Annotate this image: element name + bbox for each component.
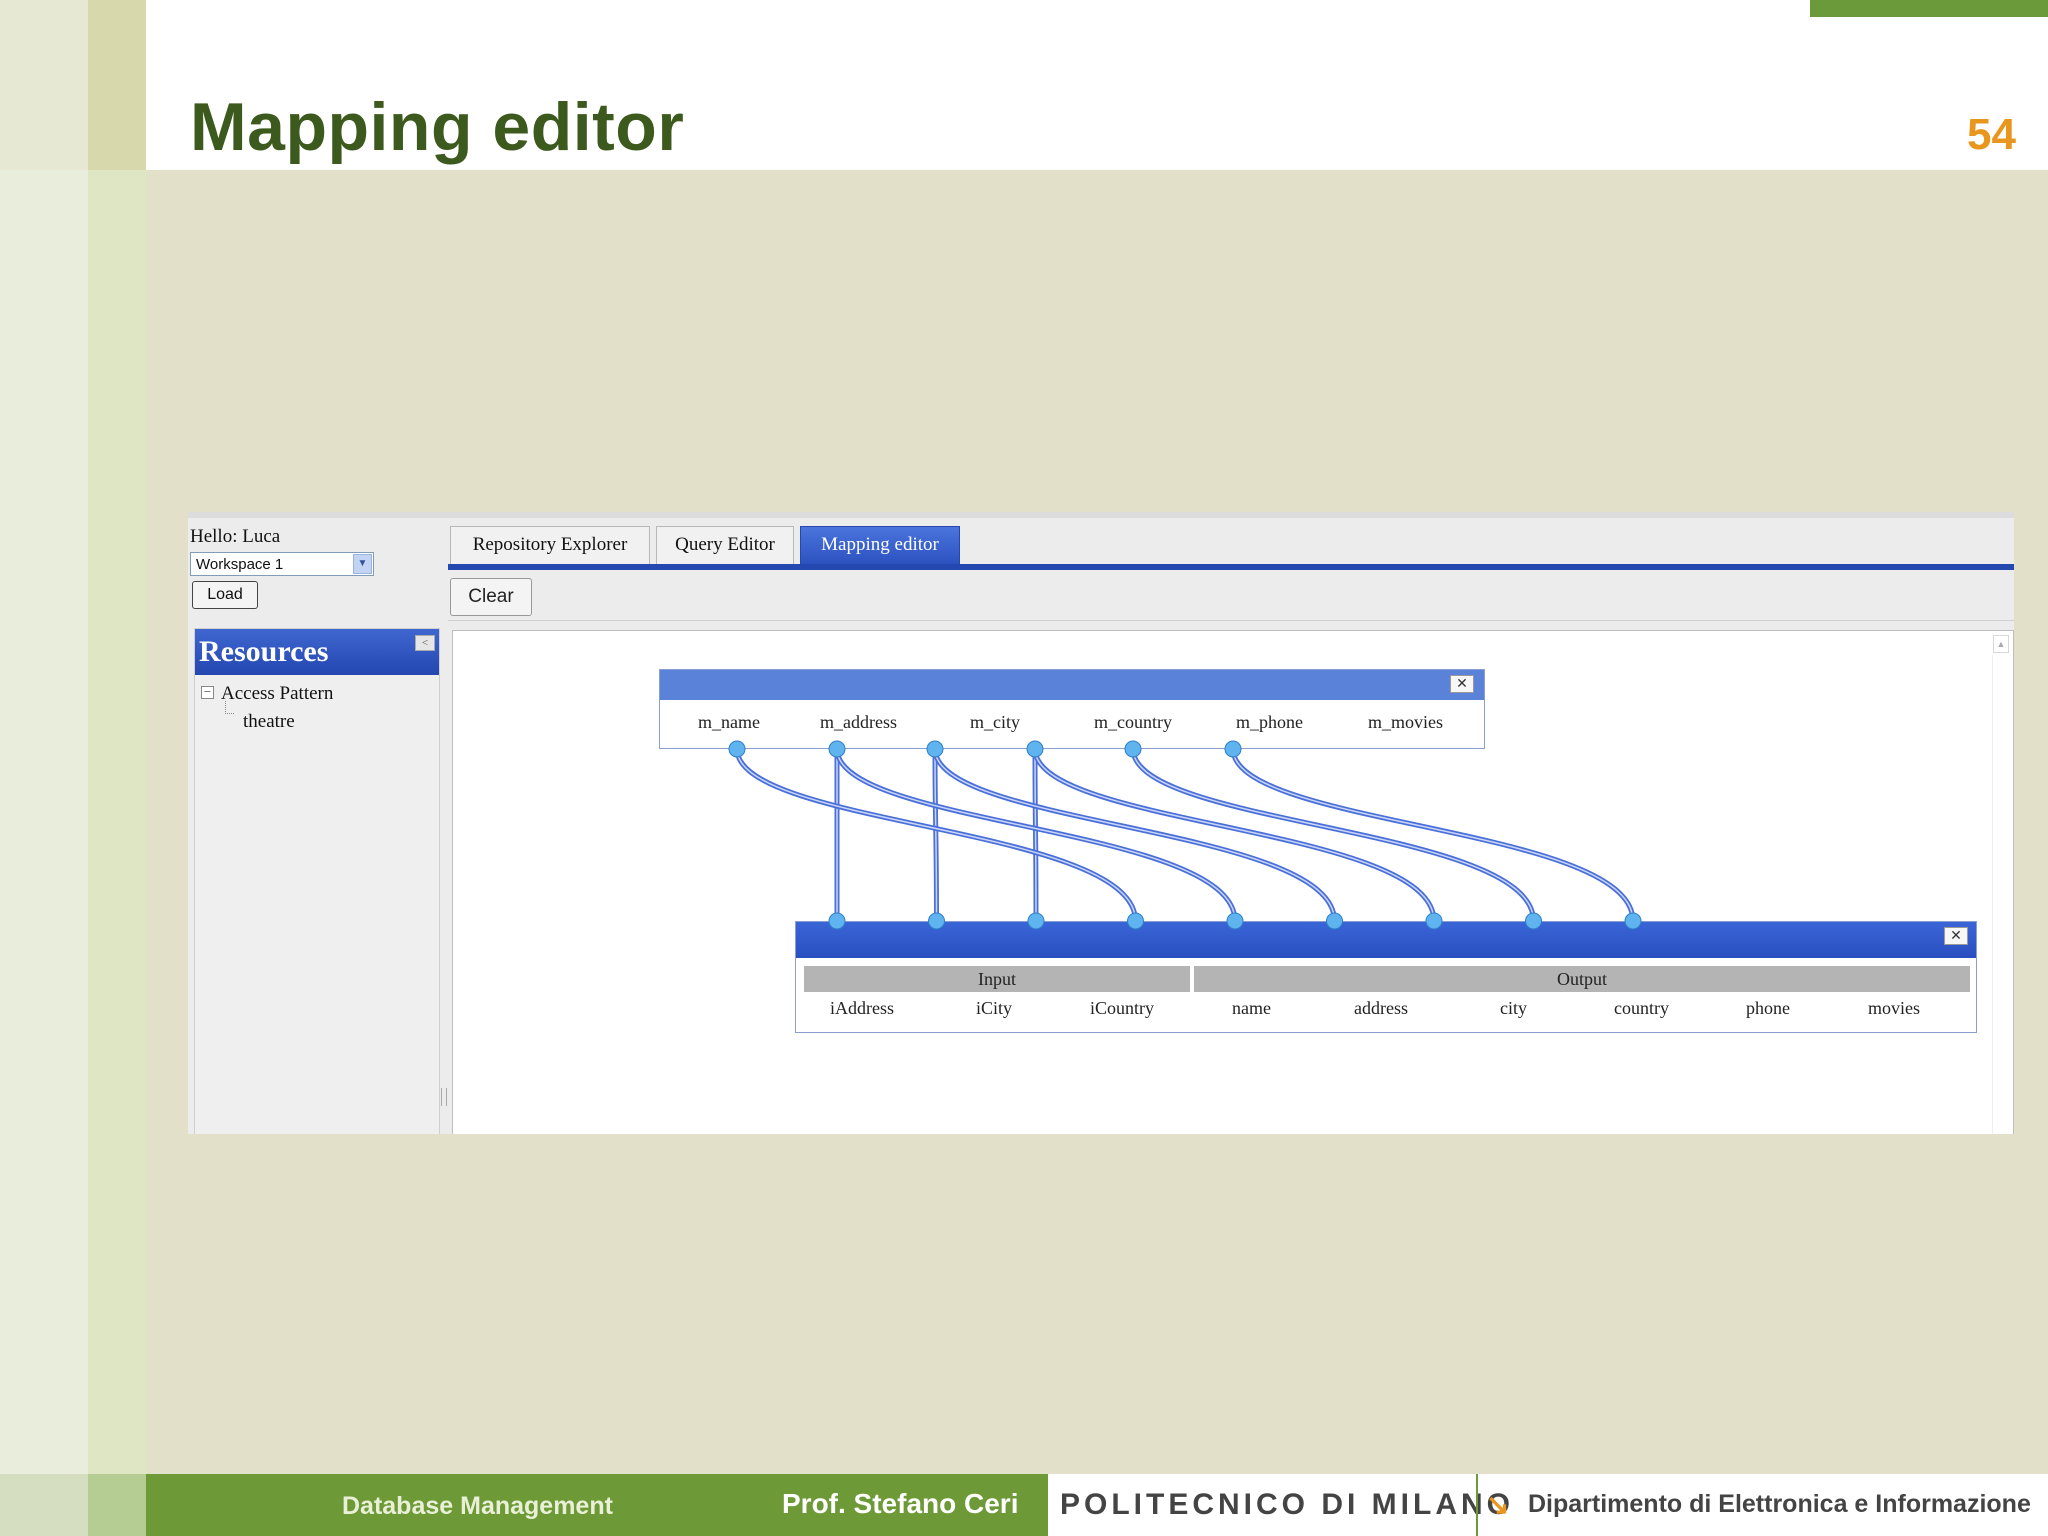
footer-course: Database Management: [342, 1492, 613, 1520]
footer-professor: Prof. Stefano Ceri: [782, 1488, 1019, 1519]
target-port[interactable]: [928, 912, 945, 930]
target-port[interactable]: [1127, 912, 1144, 930]
mapping-canvas[interactable]: ▲ ✕ m_name m_address m_city m_country m_…: [452, 630, 2014, 1134]
panel-splitter-handle[interactable]: [441, 1088, 447, 1106]
polimi-logo-text: POLITECNICO DI MILANO: [1060, 1488, 1514, 1521]
source-port[interactable]: [926, 740, 944, 758]
slide-number: 54: [1967, 110, 2016, 159]
resources-title: Resources: [199, 635, 329, 668]
target-port[interactable]: [828, 912, 846, 930]
target-port[interactable]: [1525, 912, 1542, 930]
tab-mapping-editor[interactable]: Mapping editor: [800, 526, 960, 564]
mapping-link[interactable]: [1032, 748, 1437, 922]
resources-header: Resources <: [195, 629, 439, 675]
load-button[interactable]: Load: [192, 581, 258, 609]
slide-stripe-outer: [0, 0, 88, 1536]
tree-item-theatre[interactable]: theatre: [243, 711, 295, 733]
slide-footer: Database Management Prof. Stefano Ceri P…: [146, 1474, 2048, 1536]
mapping-link[interactable]: [1230, 748, 1636, 922]
footer-stripe-inner: [88, 1474, 146, 1536]
clear-button[interactable]: Clear: [450, 578, 532, 616]
tab-repository-explorer[interactable]: Repository Explorer: [450, 526, 650, 564]
slide-stripe-inner: [88, 0, 146, 1536]
target-port[interactable]: [1027, 912, 1045, 930]
tree-item-access-pattern[interactable]: Access Pattern: [221, 683, 333, 705]
tree-collapse-icon[interactable]: −: [201, 685, 214, 699]
slide-title: Mapping editor: [190, 89, 685, 165]
target-port[interactable]: [1624, 912, 1642, 930]
department-name: Dipartimento di Elettronica e Informazio…: [1528, 1490, 2031, 1518]
slide-stripe-inner-top: [88, 0, 146, 170]
chevron-down-icon[interactable]: ▼: [353, 554, 372, 574]
tab-bar: Repository Explorer Query Editor Mapping…: [448, 518, 2014, 570]
tree-connector-line: [225, 701, 234, 714]
footer-brand: POLITECNICO DI MILANO ↘ Dipartimento di …: [1046, 1474, 2048, 1536]
tab-query-editor[interactable]: Query Editor: [656, 526, 794, 564]
mapping-links-layer: [728, 740, 1642, 930]
resources-panel: Resources < − Access Pattern theatre: [194, 628, 440, 1134]
slide-stripe-outer-top: [0, 0, 88, 170]
brand-divider: [1476, 1474, 1478, 1536]
mapping-link-highlight: [1034, 748, 1435, 922]
source-port[interactable]: [1124, 740, 1142, 758]
workspace-select[interactable]: Workspace 1 ▼: [190, 552, 374, 576]
app-window: Hello: Luca Workspace 1 ▼ Load Resources…: [188, 512, 2014, 1134]
target-port[interactable]: [1425, 912, 1443, 930]
workspace-select-value: Workspace 1: [196, 556, 284, 573]
arrow-logo-icon: ↘: [1486, 1489, 1510, 1520]
mapping-toolbar: Clear: [448, 576, 2014, 621]
source-port[interactable]: [1026, 740, 1044, 758]
source-port[interactable]: [728, 740, 746, 758]
slide-corner-bar: [1810, 0, 2048, 17]
footer-stripe-outer: [0, 1474, 88, 1536]
mapping-link-highlight: [1232, 748, 1634, 922]
target-port[interactable]: [1326, 912, 1343, 930]
target-port[interactable]: [1226, 912, 1244, 930]
user-greeting: Hello: Luca: [190, 526, 281, 547]
collapse-left-icon[interactable]: <: [415, 635, 435, 651]
source-port[interactable]: [1224, 740, 1242, 758]
source-port[interactable]: [828, 740, 846, 758]
